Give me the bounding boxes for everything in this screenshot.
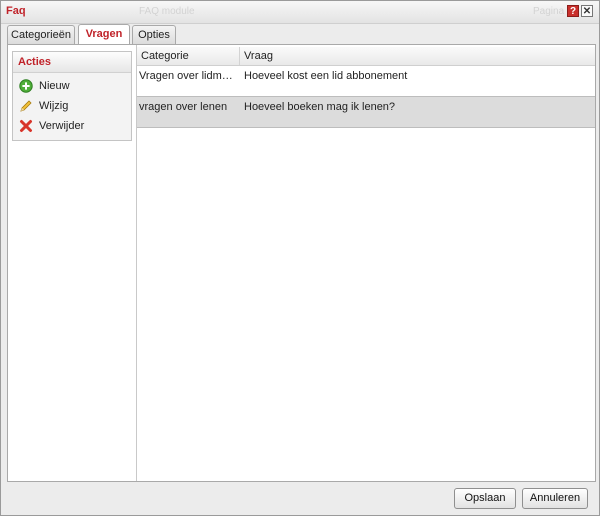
background-page-text: Pagina xyxy=(533,6,565,17)
questions-grid: Categorie Vraag Vragen over lidmaats… Ho… xyxy=(137,45,595,481)
cell-categorie: vragen over lenen xyxy=(139,101,228,113)
cell-categorie: Vragen over lidmaats… xyxy=(139,70,237,82)
tab-opties[interactable]: Opties xyxy=(132,25,176,44)
cell-vraag: Hoeveel kost een lid abbonement xyxy=(244,70,408,82)
delete-label: Verwijder xyxy=(39,120,85,132)
column-header-vraag[interactable]: Vraag xyxy=(240,47,595,65)
new-label: Nieuw xyxy=(39,80,70,92)
actions-box: Acties Nieuw Wijzig Verwijder xyxy=(12,51,132,141)
red-x-icon xyxy=(20,120,32,132)
dialog-title: Faq xyxy=(6,5,26,17)
column-header-categorie[interactable]: Categorie xyxy=(137,47,240,65)
edit-label: Wijzig xyxy=(39,100,69,112)
plus-circle-icon xyxy=(19,79,33,93)
pencil-icon xyxy=(20,100,32,112)
title-bar: Faq FAQ module Pagina ? ✕ xyxy=(1,1,599,24)
actions-title: Acties xyxy=(13,52,131,73)
tab-content-panel: Acties Nieuw Wijzig Verwijder Categorie … xyxy=(7,44,596,482)
cell-vraag: Hoeveel boeken mag ik lenen? xyxy=(244,101,396,113)
sidebar: Acties Nieuw Wijzig Verwijder xyxy=(8,45,137,481)
save-button[interactable]: Opslaan xyxy=(454,488,516,509)
cancel-button[interactable]: Annuleren xyxy=(522,488,588,509)
table-row[interactable]: vragen over lenen Hoeveel boeken mag ik … xyxy=(137,97,595,128)
dialog-footer: Opslaan Annuleren xyxy=(1,481,599,515)
help-button[interactable]: ? xyxy=(567,5,579,17)
background-module-text: FAQ module xyxy=(139,6,195,17)
faq-dialog: Faq FAQ module Pagina ? ✕ Categorieën Vr… xyxy=(0,0,600,516)
tab-vragen[interactable]: Vragen xyxy=(78,24,130,45)
grid-header: Categorie Vraag xyxy=(137,47,595,66)
table-row[interactable]: Vragen over lidmaats… Hoeveel kost een l… xyxy=(137,66,595,97)
close-button[interactable]: ✕ xyxy=(581,5,593,17)
tab-categorieen[interactable]: Categorieën xyxy=(7,25,75,44)
